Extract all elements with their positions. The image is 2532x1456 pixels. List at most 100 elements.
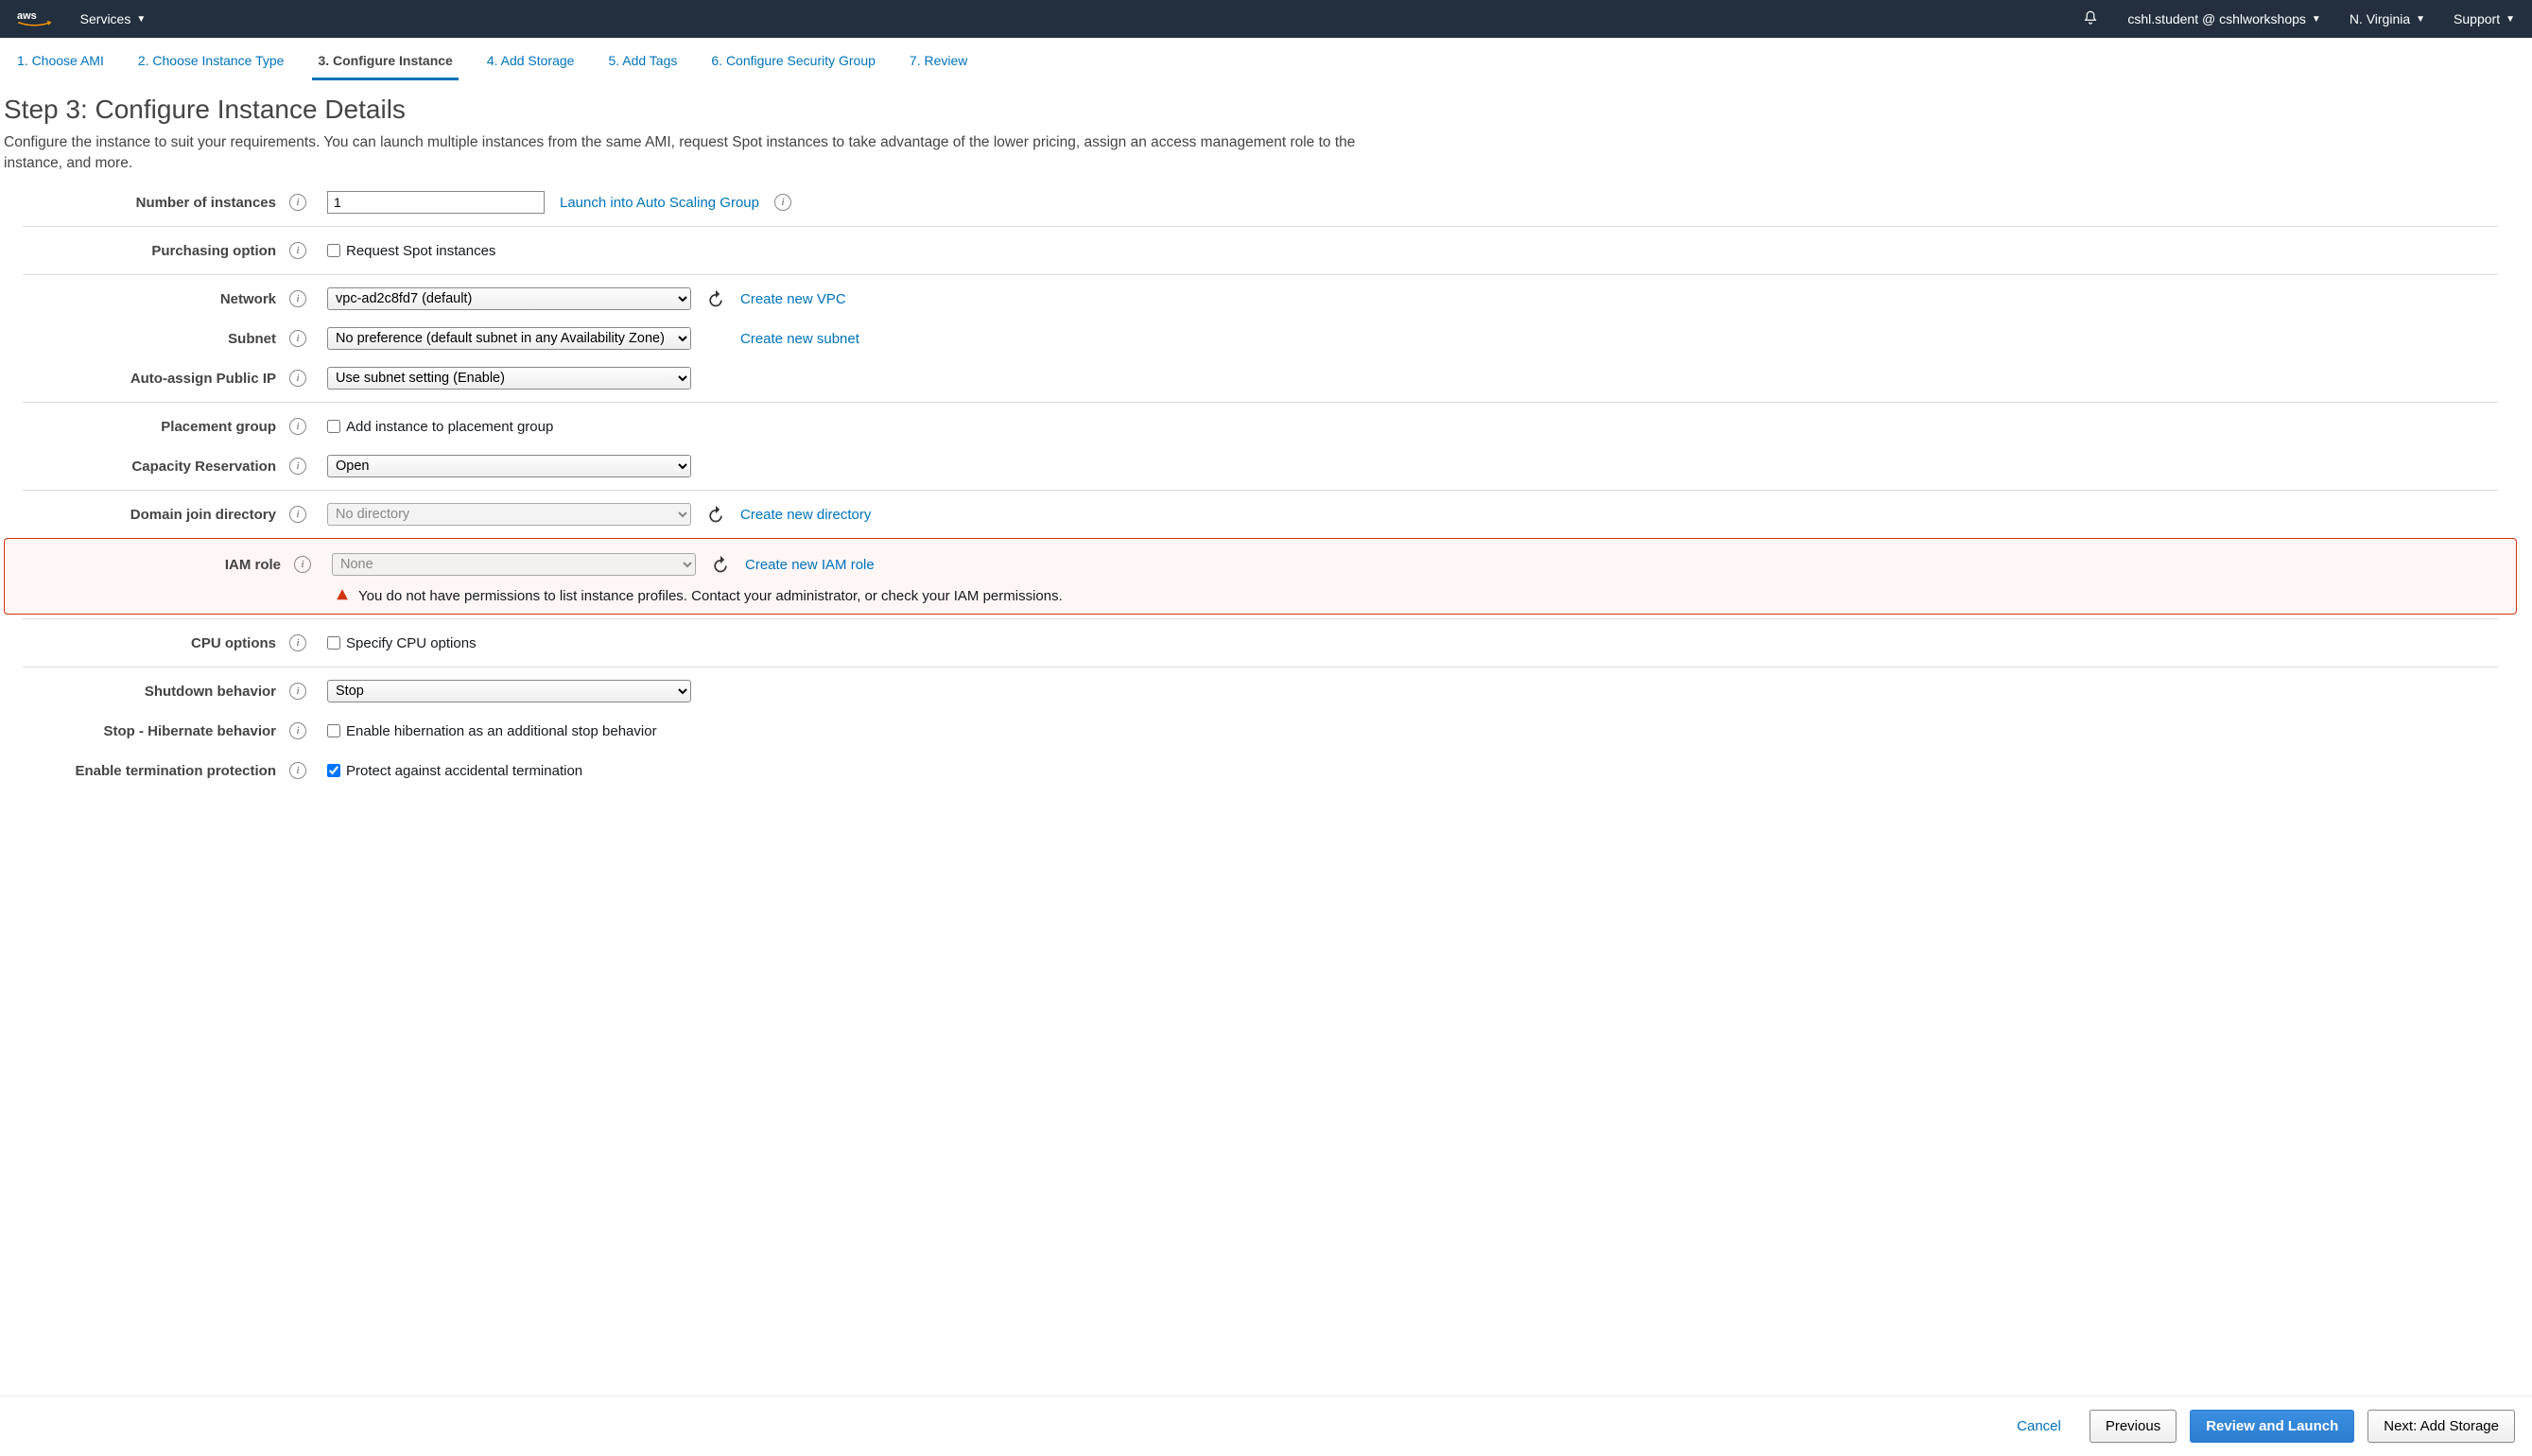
row-purchasing-option: Purchasing option i Request Spot instanc… xyxy=(0,231,2521,270)
request-spot-text: Request Spot instances xyxy=(346,243,495,259)
purchasing-option-label: Purchasing option xyxy=(0,243,284,259)
placement-group-text: Add instance to placement group xyxy=(346,419,553,435)
chevron-down-icon: ▼ xyxy=(2506,14,2515,25)
network-label: Network xyxy=(0,291,284,307)
refresh-icon[interactable] xyxy=(706,289,725,308)
domain-join-label: Domain join directory xyxy=(0,507,284,523)
iam-role-error-box: IAM role i None Create new IAM role You … xyxy=(4,538,2517,615)
info-icon[interactable]: i xyxy=(289,370,306,387)
info-icon[interactable]: i xyxy=(289,194,306,211)
stop-hibernate-label: Stop - Hibernate behavior xyxy=(0,723,284,739)
wizard-tabs: 1. Choose AMI 2. Choose Instance Type 3.… xyxy=(0,38,2521,81)
tab-security-group[interactable]: 6. Configure Security Group xyxy=(705,47,881,80)
row-auto-assign-ip: Auto-assign Public IP i Use subnet setti… xyxy=(0,358,2521,398)
create-directory-link[interactable]: Create new directory xyxy=(740,507,871,523)
cpu-options-text: Specify CPU options xyxy=(346,635,477,651)
cpu-options-checkbox[interactable] xyxy=(327,636,340,650)
placement-group-checkbox[interactable] xyxy=(327,420,340,433)
page-title: Step 3: Configure Instance Details xyxy=(4,95,2517,125)
previous-button[interactable]: Previous xyxy=(2090,1410,2176,1443)
top-navbar: aws Services ▼ cshl.student @ cshlworksh… xyxy=(0,0,2532,38)
network-select[interactable]: vpc-ad2c8fd7 (default) xyxy=(327,287,691,310)
info-icon[interactable]: i xyxy=(289,458,306,475)
divider xyxy=(23,618,2498,619)
auto-assign-ip-select[interactable]: Use subnet setting (Enable) xyxy=(327,367,691,390)
iam-role-select[interactable]: None xyxy=(332,553,696,576)
info-icon[interactable]: i xyxy=(294,556,311,573)
row-subnet: Subnet i No preference (default subnet i… xyxy=(0,319,2521,358)
region-menu[interactable]: N. Virginia ▼ xyxy=(2350,11,2425,26)
configure-form: Number of instances i Launch into Auto S… xyxy=(0,182,2521,790)
row-stop-hibernate: Stop - Hibernate behavior i Enable hiber… xyxy=(0,711,2521,751)
next-add-storage-button[interactable]: Next: Add Storage xyxy=(2367,1410,2515,1443)
create-iam-role-link[interactable]: Create new IAM role xyxy=(745,557,875,573)
number-of-instances-label: Number of instances xyxy=(0,195,284,211)
review-and-launch-button[interactable]: Review and Launch xyxy=(2190,1410,2354,1443)
info-icon[interactable]: i xyxy=(289,634,306,651)
stop-hibernate-checkbox[interactable] xyxy=(327,724,340,737)
page-header: Step 3: Configure Instance Details Confi… xyxy=(0,81,2521,182)
aws-logo[interactable]: aws xyxy=(17,9,52,29)
info-icon[interactable]: i xyxy=(289,290,306,307)
shutdown-behavior-label: Shutdown behavior xyxy=(0,684,284,700)
row-termination-protection: Enable termination protection i Protect … xyxy=(0,751,2521,790)
info-icon[interactable]: i xyxy=(289,418,306,435)
termination-protection-text: Protect against accidental termination xyxy=(346,763,582,779)
shutdown-behavior-select[interactable]: Stop xyxy=(327,680,691,702)
support-menu[interactable]: Support ▼ xyxy=(2454,11,2515,26)
row-number-of-instances: Number of instances i Launch into Auto S… xyxy=(0,182,2521,222)
info-icon[interactable]: i xyxy=(289,683,306,700)
refresh-icon[interactable] xyxy=(706,505,725,524)
tab-add-storage[interactable]: 4. Add Storage xyxy=(481,47,581,80)
row-shutdown-behavior: Shutdown behavior i Stop xyxy=(0,671,2521,711)
services-menu[interactable]: Services ▼ xyxy=(80,11,147,26)
refresh-icon[interactable] xyxy=(711,555,730,574)
iam-role-label: IAM role xyxy=(5,557,288,573)
tab-choose-instance-type[interactable]: 2. Choose Instance Type xyxy=(132,47,290,80)
stop-hibernate-text: Enable hibernation as an additional stop… xyxy=(346,723,657,739)
termination-protection-checkbox[interactable] xyxy=(327,764,340,777)
tab-review[interactable]: 7. Review xyxy=(904,47,973,80)
tab-add-tags[interactable]: 5. Add Tags xyxy=(602,47,683,80)
cancel-button[interactable]: Cancel xyxy=(2002,1410,2076,1443)
placement-group-label: Placement group xyxy=(0,419,284,435)
number-of-instances-input[interactable] xyxy=(327,191,545,214)
support-menu-label: Support xyxy=(2454,11,2500,26)
create-subnet-link[interactable]: Create new subnet xyxy=(740,331,859,347)
create-vpc-link[interactable]: Create new VPC xyxy=(740,291,846,307)
subnet-select[interactable]: No preference (default subnet in any Ava… xyxy=(327,327,691,350)
info-icon[interactable]: i xyxy=(774,194,791,211)
launch-asg-link[interactable]: Launch into Auto Scaling Group xyxy=(560,195,759,211)
tab-choose-ami[interactable]: 1. Choose AMI xyxy=(11,47,110,80)
info-icon[interactable]: i xyxy=(289,330,306,347)
notifications-icon[interactable] xyxy=(2082,9,2099,29)
request-spot-checkbox-label: Request Spot instances xyxy=(327,243,495,259)
info-icon[interactable]: i xyxy=(289,506,306,523)
svg-text:aws: aws xyxy=(17,10,37,22)
domain-join-select[interactable]: No directory xyxy=(327,503,691,526)
divider xyxy=(23,402,2498,403)
divider xyxy=(23,226,2498,227)
info-icon[interactable]: i xyxy=(289,762,306,779)
chevron-down-icon: ▼ xyxy=(2312,14,2321,25)
navbar-left: aws Services ▼ xyxy=(17,9,146,29)
divider xyxy=(23,490,2498,491)
capacity-reservation-select[interactable]: Open xyxy=(327,455,691,477)
iam-error-message-row: You do not have permissions to list inst… xyxy=(336,588,2516,604)
services-menu-label: Services xyxy=(80,11,131,26)
account-menu[interactable]: cshl.student @ cshlworkshops ▼ xyxy=(2127,11,2320,26)
footer-actions: Cancel Previous Review and Launch Next: … xyxy=(0,1395,2532,1456)
auto-assign-ip-label: Auto-assign Public IP xyxy=(0,371,284,387)
stop-hibernate-checkbox-label: Enable hibernation as an additional stop… xyxy=(327,723,657,739)
tab-configure-instance[interactable]: 3. Configure Instance xyxy=(312,47,458,80)
capacity-reservation-label: Capacity Reservation xyxy=(0,459,284,475)
info-icon[interactable]: i xyxy=(289,242,306,259)
region-menu-label: N. Virginia xyxy=(2350,11,2410,26)
placement-group-checkbox-label: Add instance to placement group xyxy=(327,419,553,435)
termination-protection-label: Enable termination protection xyxy=(0,763,284,779)
iam-error-text: You do not have permissions to list inst… xyxy=(358,588,1063,604)
row-cpu-options: CPU options i Specify CPU options xyxy=(0,623,2521,663)
info-icon[interactable]: i xyxy=(289,722,306,739)
account-menu-label: cshl.student @ cshlworkshops xyxy=(2127,11,2306,26)
request-spot-checkbox[interactable] xyxy=(327,244,340,257)
